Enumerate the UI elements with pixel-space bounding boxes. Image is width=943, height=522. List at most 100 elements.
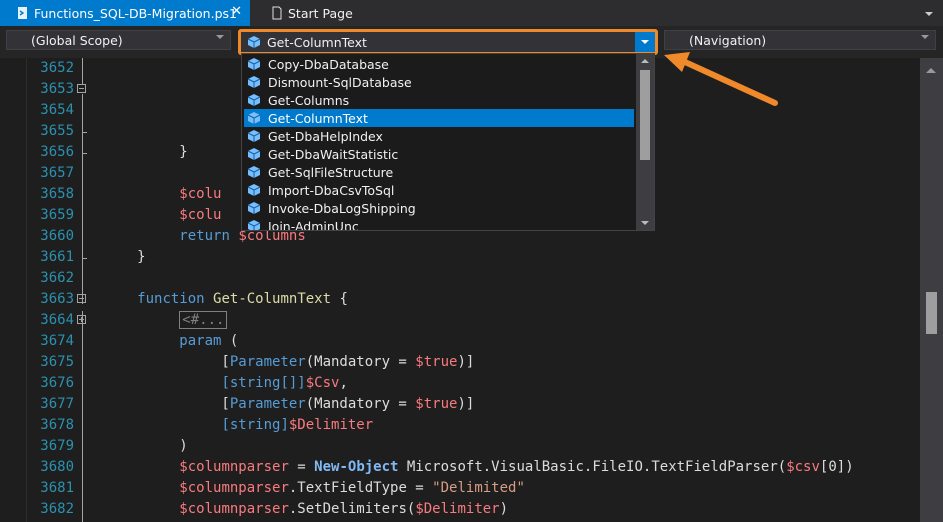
code-token: $Delimiter — [415, 501, 500, 517]
line-number: 3659 — [40, 207, 74, 223]
chevron-down-icon — [921, 35, 929, 39]
fold-toggle-expand[interactable] — [77, 315, 86, 324]
code-token: [0]) — [819, 459, 854, 475]
code-token: $columnparser — [179, 501, 289, 517]
code-line: 3678 [string]$Delimiter — [0, 415, 920, 436]
function-cube-icon — [247, 129, 261, 143]
line-number: 3680 — [40, 459, 74, 475]
editor-vertical-scrollbar[interactable] — [920, 58, 943, 522]
line-number: 3675 — [40, 354, 74, 370]
function-cube-icon — [247, 35, 261, 49]
code-token: ( — [229, 333, 239, 349]
code-token: )] — [457, 354, 475, 370]
code-text: $colu — [95, 184, 221, 205]
code-token: ) — [499, 501, 509, 517]
code-text: [string]$Delimiter — [95, 415, 373, 436]
function-cube-icon — [247, 93, 261, 107]
chevron-down-icon — [216, 35, 224, 39]
code-line: 3679 ) — [0, 436, 920, 457]
navigation-dropdown[interactable]: (Navigation) — [664, 30, 936, 50]
function-cube-icon — [247, 165, 261, 179]
line-number: 3677 — [40, 396, 74, 412]
scrollbar-thumb[interactable] — [926, 292, 937, 334]
scroll-down-icon[interactable] — [641, 221, 649, 225]
dropdown-item[interactable]: Get-DbaHelpIndex — [244, 127, 634, 145]
code-token: $colu — [179, 207, 222, 223]
line-number: 3657 — [40, 165, 74, 181]
code-line: 3677 [Parameter(Mandatory = $true)] — [0, 394, 920, 415]
code-token: )] — [457, 396, 475, 412]
code-text: } — [95, 247, 146, 268]
line-number: 3662 — [40, 270, 74, 286]
dropdown-item-label: Get-SqlFileStructure — [268, 164, 394, 180]
dropdown-item-label: Get-DbaWaitStatistic — [268, 146, 399, 162]
document-tab-bar: Functions_SQL-DB-Migration.ps1 ✕ Start P… — [0, 0, 943, 26]
code-token: [string[]] — [221, 375, 306, 391]
dropdown-item-label: Copy-DbaDatabase — [268, 56, 389, 72]
code-token: Parameter — [229, 396, 306, 412]
scroll-up-icon[interactable] — [641, 59, 649, 63]
tab-overflow-dropdown-icon[interactable] — [923, 5, 935, 24]
member-dropdown[interactable]: Get-ColumnText — [238, 29, 658, 55]
line-number: 3674 — [40, 333, 74, 349]
line-number: 3652 — [40, 60, 74, 76]
code-token: = — [288, 459, 315, 475]
dropdown-item[interactable]: Invoke-DbaLogShipping — [244, 199, 634, 217]
code-token: [string] — [221, 417, 289, 433]
close-tab-icon[interactable]: ✕ — [231, 4, 242, 19]
function-cube-icon — [247, 201, 261, 215]
collapsed-region[interactable]: <#... — [179, 311, 228, 329]
code-token: (Mandatory = — [305, 396, 416, 412]
code-token: } — [137, 249, 146, 265]
function-cube-icon — [247, 219, 261, 230]
dropdown-item[interactable]: Join-AdminUnc — [244, 217, 634, 230]
tab-functions-script[interactable]: Functions_SQL-DB-Migration.ps1 ✕ — [0, 0, 250, 26]
dropdown-item[interactable]: Get-SqlFileStructure — [244, 163, 634, 181]
code-token: $Delimiter — [288, 417, 374, 433]
dropdown-item-label: Import-DbaCsvToSql — [268, 182, 395, 198]
scrollbar-thumb[interactable] — [640, 70, 650, 160]
code-text: $colu — [95, 205, 221, 226]
dropdown-item[interactable]: Get-ColumnText — [244, 109, 634, 127]
line-number: 3681 — [40, 480, 74, 496]
code-line: 3682 $columnparser.SetDelimiters($Delimi… — [0, 499, 920, 520]
code-token: ) — [179, 438, 188, 454]
line-number: 3682 — [40, 501, 74, 517]
code-token: $true — [415, 354, 458, 370]
dropdown-item[interactable]: Get-Columns — [244, 91, 634, 109]
code-text: $columnparser.SetDelimiters($Delimiter) — [95, 499, 508, 520]
tab-start-page[interactable]: Start Page — [268, 0, 353, 26]
member-dropdown-list[interactable]: Copy-DbaDatabase Dismount-SqlDatabase Get-… — [241, 53, 655, 231]
code-text: param ( — [95, 331, 238, 352]
dropdown-item[interactable]: Get-DbaWaitStatistic — [244, 145, 634, 163]
line-number: 3676 — [40, 375, 74, 391]
powershell-file-icon — [16, 6, 30, 20]
scroll-up-icon[interactable] — [926, 68, 936, 73]
code-line: 3676 [string[]]$Csv, — [0, 373, 920, 394]
line-number: 3656 — [40, 144, 74, 160]
code-token: .SetDelimiters( — [288, 501, 416, 517]
function-cube-icon — [247, 57, 261, 71]
scope-dropdown[interactable]: (Global Scope) — [6, 30, 231, 50]
code-line: 3662 — [0, 268, 920, 289]
code-line: 3663 function Get-ColumnText { — [0, 289, 920, 310]
dropdown-item-label: Get-Columns — [268, 92, 350, 108]
dropdown-item-label: Dismount-SqlDatabase — [268, 74, 412, 90]
code-token: Get-ColumnText — [213, 291, 332, 307]
code-text: function Get-ColumnText { — [95, 289, 348, 310]
dropdown-scrollbar[interactable] — [636, 54, 654, 230]
line-number: 3664 — [40, 312, 74, 328]
code-line: 3681 $columnparser.TextFieldType = "Deli… — [0, 478, 920, 499]
fold-toggle-collapse[interactable] — [77, 294, 86, 303]
dropdown-item[interactable]: Import-DbaCsvToSql — [244, 181, 634, 199]
dropdown-item[interactable]: Copy-DbaDatabase — [244, 55, 634, 73]
code-token: Microsoft.VisualBasic.FileIO.TextFieldPa… — [398, 459, 787, 475]
fold-toggle-collapse[interactable] — [77, 84, 86, 93]
code-line: 3675 [Parameter(Mandatory = $true)] — [0, 352, 920, 373]
code-token: .TextFieldType = — [288, 480, 433, 496]
line-number: 3663 — [40, 291, 74, 307]
line-number: 3679 — [40, 438, 74, 454]
dropdown-item[interactable]: Dismount-SqlDatabase — [244, 73, 634, 91]
member-dropdown-button[interactable] — [635, 32, 655, 52]
code-line: 3661 } — [0, 247, 920, 268]
